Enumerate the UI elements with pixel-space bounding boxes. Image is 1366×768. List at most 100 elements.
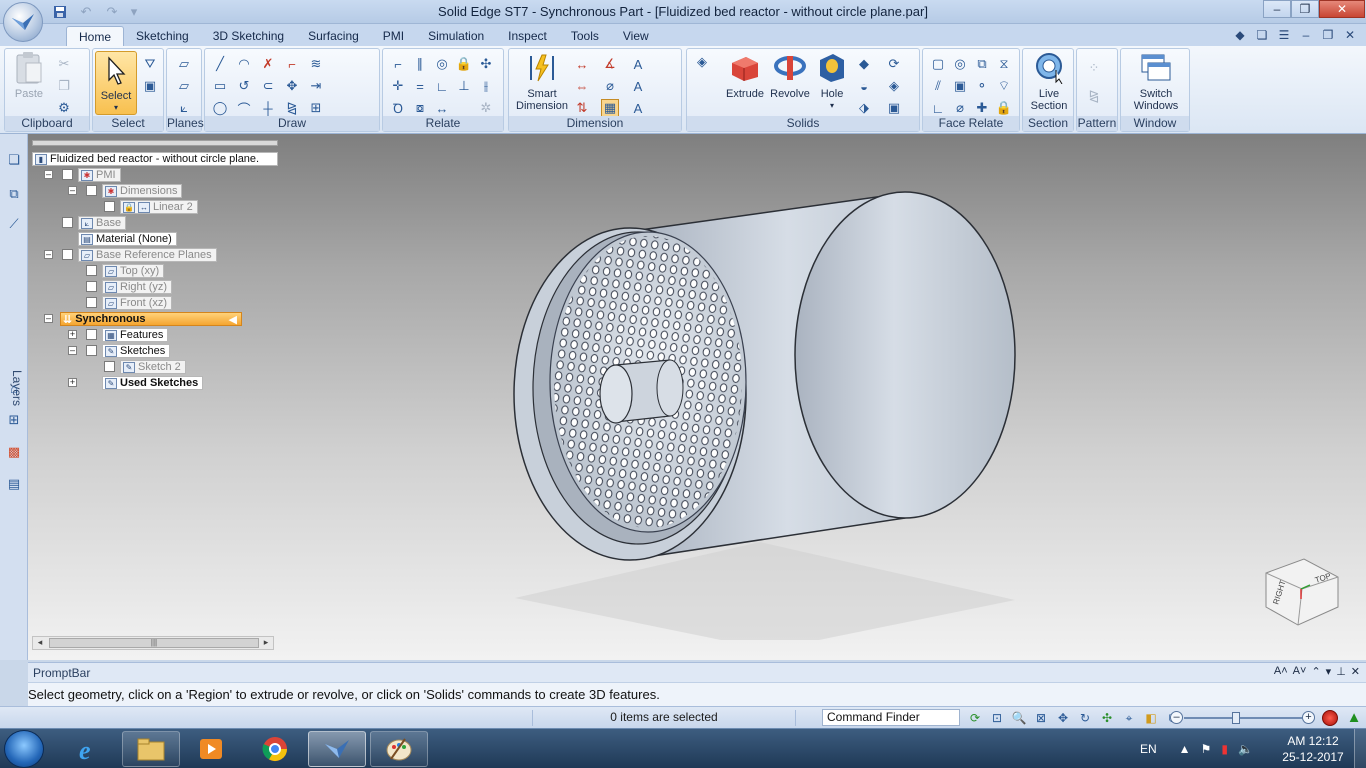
chrome-icon[interactable] [246,731,304,767]
tangent-icon[interactable]: ⊥ [455,77,473,95]
offset-icon[interactable]: ≋ [307,55,325,73]
rigid-set-icon[interactable]: Ꝺ [389,99,407,117]
network-icon[interactable]: ▮ [1221,742,1228,756]
application-button[interactable] [3,2,43,42]
equal-radius-icon[interactable]: ⚬ [973,77,991,95]
close-button[interactable]: ✕ [1319,0,1365,18]
ground-icon[interactable]: ✚ [973,99,991,117]
tangent-face-icon[interactable]: ⧖ [995,55,1013,73]
coplanar-icon[interactable]: ▢ [929,55,947,73]
solid-edge-taskbar-icon[interactable] [308,731,366,767]
features-checkbox[interactable] [86,329,97,340]
tab-pmi[interactable]: PMI [371,26,416,46]
maximize-button[interactable]: ❐ [1291,0,1319,18]
help-pages-icon[interactable]: ❏ [1254,27,1270,43]
symmetric-icon[interactable]: ⫲ [477,77,495,95]
pathfinder-tab-icon[interactable]: ❏ [4,150,24,170]
split-icon[interactable]: ┼ [259,99,277,117]
clock[interactable]: AM 12:12 25-12-2017 [1278,733,1348,765]
mirror-feature-icon[interactable]: ⧎ [1085,87,1103,105]
collinear-icon[interactable]: ⧇ [411,99,429,117]
family-of-parts-icon[interactable]: ⊞ [4,410,24,430]
sensors-icon[interactable]: ⌂ [4,378,24,398]
pmi-checkbox[interactable] [62,169,73,180]
text-size-icon[interactable]: A [629,99,647,117]
relation-assistant-icon[interactable]: ✣ [477,55,495,73]
reactor-model[interactable] [470,180,1050,640]
select-window-icon[interactable]: ▣ [141,77,159,95]
revolve-button[interactable]: Revolve [767,51,813,100]
ref-planes-collapse-toggle[interactable]: – [44,250,53,259]
font-increase-icon[interactable]: A˄ [1274,665,1288,678]
tangent-arc-icon[interactable]: ↺ [235,77,253,95]
symmetric-diameter-icon[interactable]: ⌀ [601,77,619,95]
tab-home[interactable]: Home [66,26,125,46]
help-diamond-icon[interactable]: ◆ [1232,27,1248,43]
dimension-axis-icon[interactable]: ↔ [433,99,451,117]
zoom-area-icon[interactable]: ⊡ [988,709,1006,727]
doc-close-icon[interactable]: ✕ [1342,27,1358,43]
angular-coordinate-icon[interactable]: ⇅ [573,99,591,117]
feature-library-icon[interactable]: ⧉ [4,184,24,204]
tree-item-base[interactable]: ⟀ Base [78,216,127,230]
pan-icon[interactable]: ✥ [1054,709,1072,727]
start-button[interactable] [4,730,44,768]
paste-button[interactable]: Paste [9,51,49,100]
include-icon[interactable]: ⊞ [307,99,325,117]
live-section-button[interactable]: Live Section [1027,51,1071,112]
switch-windows-button[interactable]: Switch Windows [1127,51,1185,112]
tree-item-synchronous[interactable]: ⇊ Synchronous ◀ [60,312,242,326]
features-expand-toggle[interactable]: + [68,330,77,339]
intellisketch-grid-icon[interactable]: ▦ [601,99,619,117]
rectangle-icon[interactable]: ▭ [211,77,229,95]
scroll-thumb[interactable]: ||| [49,638,259,648]
angle-between-icon[interactable]: ∡ [601,55,619,73]
tree-item-sketch-2[interactable]: ✎ Sketch 2 [120,360,186,374]
sketches-collapse-toggle[interactable]: – [68,346,77,355]
view-cube[interactable]: TOP RIGHT [1258,555,1342,629]
line-icon[interactable]: ╱ [211,55,229,73]
pin-icon[interactable]: ⊥ [1336,665,1346,678]
refresh-icon[interactable]: ⟳ [966,709,984,727]
dimensions-checkbox[interactable] [86,185,97,196]
rotate-icon[interactable]: ↻ [1076,709,1094,727]
arc-icon[interactable]: ◠ [235,55,253,73]
zoom-in-icon[interactable]: + [1302,711,1315,724]
top-plane-checkbox[interactable] [86,265,97,276]
tab-view[interactable]: View [611,26,661,46]
tree-item-sketches[interactable]: ✎ Sketches [102,344,171,358]
doc-restore-icon[interactable]: ❐ [1320,27,1336,43]
scroll-left-icon[interactable]: ◂ [33,637,47,649]
horizontal-vertical-icon[interactable]: ∟ [433,77,451,95]
base-checkbox[interactable] [62,217,73,228]
fillet-icon[interactable]: ⌐ [283,55,301,73]
tree-item-base-reference-planes[interactable]: ▱ Base Reference Planes [78,248,217,262]
language-indicator[interactable]: EN [1140,742,1157,756]
tab-3d-sketching[interactable]: 3D Sketching [201,26,296,46]
spin-icon[interactable]: ✣ [1098,709,1116,727]
format-painter-icon[interactable]: ⚙ [55,99,73,117]
smart-dimension-button[interactable]: Smart Dimension [513,51,571,112]
internet-explorer-icon[interactable]: e [60,731,118,767]
fix-icon[interactable]: 🔒 [995,99,1013,117]
tab-tools[interactable]: Tools [559,26,611,46]
options-icon[interactable]: ☰ [1276,27,1292,43]
plane-options-icon[interactable]: ▱ [175,77,193,95]
doc-minimize-icon[interactable]: – [1298,27,1314,43]
variables-icon[interactable]: ▤ [4,474,24,494]
redo-icon[interactable]: ↷ [102,3,122,21]
used-sketches-expand-toggle[interactable]: + [68,378,77,387]
zoom-out-icon[interactable]: – [1170,711,1183,724]
volume-icon[interactable]: 🔈 [1238,742,1253,756]
tab-sketching[interactable]: Sketching [124,26,201,46]
zoom-icon[interactable]: 🔍 [1010,709,1028,727]
front-plane-checkbox[interactable] [86,297,97,308]
tab-simulation[interactable]: Simulation [416,26,496,46]
mirror-icon[interactable]: ⧎ [283,99,301,117]
prompt-close-icon[interactable]: ✕ [1351,665,1360,678]
synchronous-collapse-toggle[interactable]: – [44,314,53,323]
tab-surfacing[interactable]: Surfacing [296,26,371,46]
annotation-text-icon[interactable]: A [629,55,647,73]
curve-icon[interactable]: ⌒ [235,99,253,117]
cut-icon[interactable]: ✂ [55,55,73,73]
